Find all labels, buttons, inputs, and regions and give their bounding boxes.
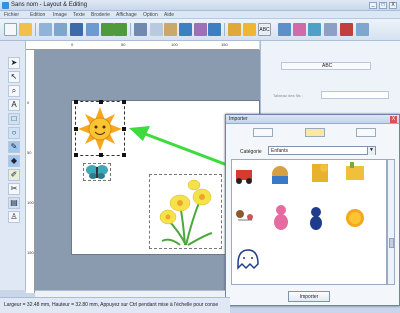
scrollbar-thumb[interactable] <box>389 238 394 248</box>
sun-thumbnail <box>346 209 364 227</box>
thumbnail-scrollbar[interactable] <box>387 159 395 285</box>
blue-bear-thumbnail <box>310 207 322 230</box>
dialog-close-button[interactable]: X <box>390 116 397 123</box>
dialog-title: Importer <box>226 115 399 124</box>
bear-cup-thumbnail <box>272 166 288 184</box>
import-source-card-button[interactable] <box>356 128 376 137</box>
category-label: Catégorie <box>240 149 262 155</box>
thumbnail-grid <box>236 162 364 270</box>
design-thumbnails <box>231 159 387 285</box>
honey-jar-thumbnail <box>312 164 328 182</box>
horizontal-scrollbar[interactable] <box>35 290 225 297</box>
import-button[interactable]: Importer <box>288 291 330 302</box>
category-select[interactable]: Enfants ▼ <box>268 146 376 155</box>
import-source-library-button[interactable] <box>253 128 273 137</box>
car-thumbnail <box>236 170 252 184</box>
import-source-folder-button[interactable] <box>305 128 325 137</box>
category-value: Enfants <box>271 148 288 154</box>
import-dialog: Importer X Catégorie Enfants ▼ Importer <box>225 114 400 306</box>
pink-bear-thumbnail <box>274 205 288 230</box>
status-bar: Largeur = 32.48 mm, Hauteur = 32.80 mm, … <box>0 297 230 313</box>
ghost-thumbnail <box>237 249 259 270</box>
bear-pin-thumbnail <box>236 210 253 221</box>
chevron-down-icon[interactable]: ▼ <box>367 147 375 155</box>
sewing-machine-thumbnail <box>346 162 364 180</box>
